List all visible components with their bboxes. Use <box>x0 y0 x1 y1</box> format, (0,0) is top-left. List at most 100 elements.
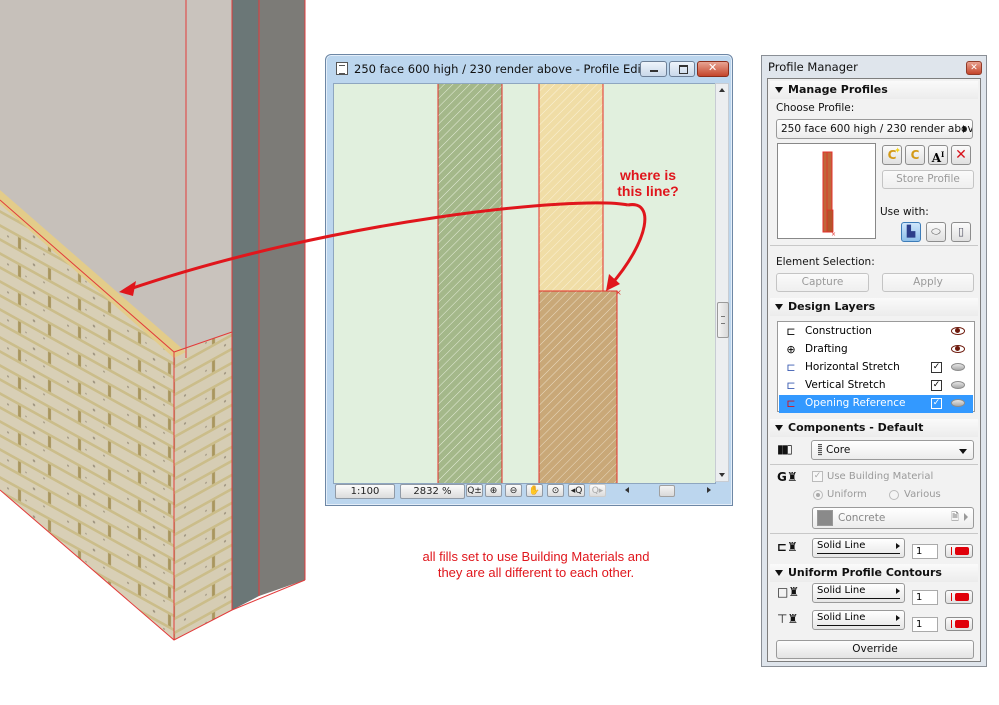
apply-button[interactable]: Apply <box>882 273 974 292</box>
profile-editor-icon <box>336 62 348 75</box>
editor-titlebar[interactable]: 250 face 600 high / 230 render above - P… <box>330 58 729 80</box>
layer-row-horizontal-stretch[interactable]: ⊏ Horizontal Stretch ✓ <box>779 359 973 377</box>
zoom-out-icon[interactable]: ⊖ <box>505 484 522 497</box>
manage-profiles-label: Manage Profiles <box>788 83 888 96</box>
layer-name: Construction <box>805 325 872 337</box>
contour-pen-number-2[interactable]: 1 <box>912 617 938 632</box>
layer-row-drafting[interactable]: ⊕ Drafting <box>779 341 973 359</box>
construction-layer-icon: ⊏ <box>786 325 796 338</box>
contour-pen-color-button-2[interactable] <box>945 617 973 631</box>
profile-selector[interactable]: 250 face 600 high / 230 render above <box>776 119 973 139</box>
uniform-contours-header[interactable]: Uniform Profile Contours <box>770 564 978 582</box>
component-selector[interactable]: Core <box>811 440 974 460</box>
collapse-triangle-icon[interactable] <box>775 570 783 576</box>
scroll-down-icon[interactable] <box>719 473 725 477</box>
collapse-triangle-icon[interactable] <box>775 304 783 310</box>
line-type-name: Solid Line <box>817 540 866 551</box>
design-layers-label: Design Layers <box>788 300 876 313</box>
building-material-selector[interactable]: Concrete 🗎 <box>812 507 974 529</box>
drafting-layer-icon: ⊕ <box>786 343 796 356</box>
contour-line-type-selector-2[interactable]: Solid Line <box>812 610 905 630</box>
profile-manager-palette[interactable]: Profile Manager ✕ Manage Profiles Choose… <box>761 55 987 667</box>
rename-profile-icon[interactable]: AI <box>928 145 948 165</box>
beam-tool-icon[interactable]: ⬭ <box>926 222 946 242</box>
eye-closed-icon[interactable] <box>951 381 965 389</box>
contour-line-type-selector-1[interactable]: Solid Line <box>812 583 905 603</box>
next-zoom-icon[interactable]: Q▸ <box>589 484 606 497</box>
column-tool-icon[interactable]: ▯ <box>951 222 971 242</box>
selected-profile-text: 250 face 600 high / 230 render above <box>781 123 973 135</box>
wall-tool-icon[interactable]: ▙ <box>901 222 921 242</box>
brown-fill-component <box>538 290 618 483</box>
vertical-stretch-icon: ⊏ <box>786 379 796 392</box>
note-line-1: all fills set to use Building Materials … <box>422 549 650 564</box>
layer-checkbox[interactable]: ✓ <box>931 380 942 391</box>
override-button[interactable]: Override <box>776 640 974 659</box>
layer-name: Opening Reference <box>805 397 906 409</box>
opening-reference-icon: ⊏ <box>786 397 796 410</box>
maximize-button[interactable] <box>669 61 695 77</box>
contour-pen-color-button-1[interactable] <box>945 590 973 604</box>
capture-button[interactable]: Capture <box>776 273 869 292</box>
core-layer-mid <box>259 0 305 596</box>
pan-hand-icon[interactable]: ✋ <box>526 484 543 497</box>
eye-open-icon[interactable] <box>951 345 965 353</box>
zoom-in-out-icon[interactable]: Q± <box>466 484 483 497</box>
material-settings-icon: 🗎 <box>950 512 959 523</box>
vertical-scrollbar[interactable] <box>715 83 729 482</box>
scroll-left-icon[interactable] <box>625 487 629 493</box>
layer-row-opening-reference[interactable]: ⊏ Opening Reference ✓ <box>779 395 973 413</box>
profile-canvas[interactable]: × <box>333 83 716 484</box>
eye-closed-icon[interactable] <box>951 399 965 407</box>
vertical-scroll-thumb[interactable] <box>717 302 729 338</box>
store-profile-button[interactable]: Store Profile <box>882 170 974 189</box>
manage-profiles-header[interactable]: Manage Profiles <box>770 81 978 99</box>
scroll-right-icon[interactable] <box>707 487 711 493</box>
chevron-down-icon <box>959 449 967 454</box>
design-layers-header[interactable]: Design Layers <box>770 298 978 316</box>
edge-line-icon: ⊏♜ <box>777 540 798 554</box>
fit-in-window-icon[interactable]: ⊙ <box>547 484 564 497</box>
components-label: Components - Default <box>788 421 924 434</box>
palette-close-button[interactable]: ✕ <box>966 61 982 75</box>
choose-profile-label: Choose Profile: <box>776 102 855 114</box>
edge-pen-color-button[interactable] <box>945 544 973 558</box>
uniform-radio[interactable] <box>813 490 823 500</box>
layer-checkbox[interactable]: ✓ <box>931 362 942 373</box>
use-building-material-checkbox[interactable]: ✓ <box>812 471 823 482</box>
new-profile-icon[interactable]: C ✦ <box>882 145 902 165</box>
collapse-triangle-icon[interactable] <box>775 425 783 431</box>
scroll-up-icon[interactable] <box>719 88 725 92</box>
use-with-label: Use with: <box>880 206 929 218</box>
previous-zoom-icon[interactable]: ◂Q <box>568 484 585 497</box>
render-layer-side <box>186 0 232 358</box>
various-radio[interactable] <box>889 490 899 500</box>
layer-row-vertical-stretch[interactable]: ⊏ Vertical Stretch ✓ <box>779 377 973 395</box>
line-type-name: Solid Line <box>817 612 866 623</box>
zoom-in-icon[interactable]: ⊕ <box>485 484 502 497</box>
contour-pen-number-1[interactable]: 1 <box>912 590 938 605</box>
horizontal-scroll-thumb[interactable] <box>659 485 675 497</box>
eye-open-icon[interactable] <box>951 327 965 335</box>
palette-body: Manage Profiles Choose Profile: 250 face… <box>767 78 981 662</box>
layer-row-construction[interactable]: ⊏ Construction <box>779 323 973 341</box>
zoom-field[interactable]: 2832 % <box>400 484 465 499</box>
profile-editor-window[interactable]: 250 face 600 high / 230 render above - P… <box>325 54 733 506</box>
layer-checkbox[interactable]: ✓ <box>931 398 942 409</box>
edge-line-type-selector[interactable]: Solid Line <box>812 538 905 558</box>
scale-field[interactable]: 1:100 <box>335 484 395 499</box>
palette-title: Profile Manager <box>768 60 858 74</box>
delete-profile-icon[interactable]: ✕ <box>951 145 971 165</box>
eye-closed-icon[interactable] <box>951 363 965 371</box>
wall-3d-render <box>0 0 306 641</box>
close-button[interactable] <box>697 61 729 77</box>
yellow-fill-component <box>538 84 604 292</box>
minimize-button[interactable] <box>640 61 667 77</box>
edge-pen-number[interactable]: 1 <box>912 544 938 559</box>
duplicate-profile-icon[interactable]: C <box>905 145 925 165</box>
layer-name: Drafting <box>805 343 848 355</box>
collapse-triangle-icon[interactable] <box>775 87 783 93</box>
note-annotation: all fills set to use Building Materials … <box>376 549 696 581</box>
horizontal-scrollbar[interactable] <box>623 484 729 497</box>
components-header[interactable]: Components - Default <box>770 419 978 437</box>
